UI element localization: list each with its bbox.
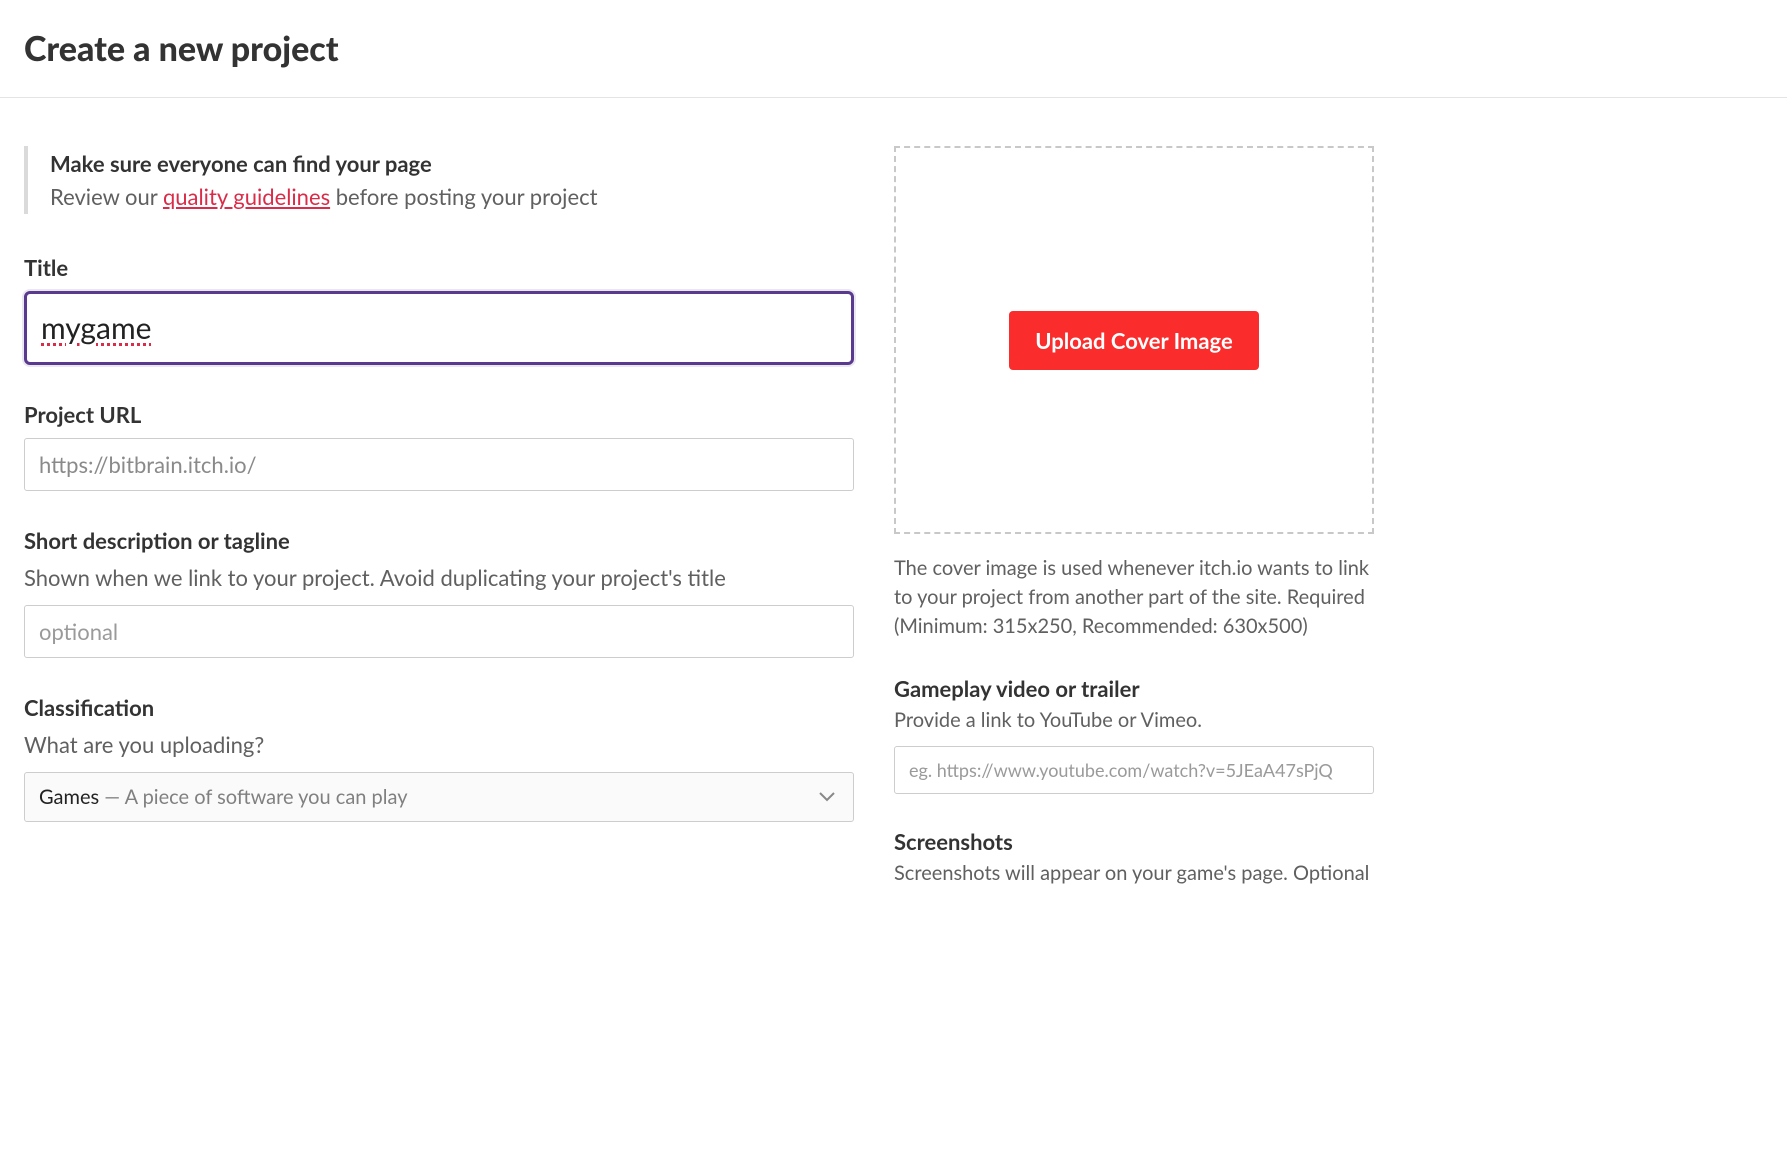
classification-selected-strong: Games	[39, 785, 99, 809]
title-label: Title	[24, 254, 854, 281]
project-url-input[interactable]	[24, 438, 854, 491]
video-url-input[interactable]	[894, 746, 1374, 794]
quality-notice: Make sure everyone can find your page Re…	[24, 146, 854, 214]
url-group: Project URL	[24, 401, 854, 491]
classification-selected-rest: — A piece of software you can play	[99, 785, 407, 809]
short-desc-label: Short description or tagline	[24, 527, 854, 554]
video-group: Gameplay video or trailer Provide a link…	[894, 675, 1374, 794]
screenshots-label: Screenshots	[894, 828, 1374, 855]
notice-suffix: before posting your project	[330, 183, 597, 210]
short-desc-sub: Shown when we link to your project. Avoi…	[24, 564, 854, 591]
url-label: Project URL	[24, 401, 854, 428]
title-input[interactable]	[24, 291, 854, 365]
quality-guidelines-link[interactable]: quality guidelines	[163, 183, 330, 210]
upload-cover-button[interactable]: Upload Cover Image	[1009, 311, 1258, 370]
screenshots-sub: Screenshots will appear on your game's p…	[894, 861, 1374, 885]
classification-group: Classification What are you uploading? G…	[24, 694, 854, 822]
page-title: Create a new project	[24, 28, 1763, 69]
notice-subtitle: Review our quality guidelines before pos…	[50, 183, 854, 210]
classification-label: Classification	[24, 694, 854, 721]
short-desc-input[interactable]	[24, 605, 854, 658]
classification-sub: What are you uploading?	[24, 731, 854, 758]
page-header: Create a new project	[0, 0, 1787, 98]
screenshots-group: Screenshots Screenshots will appear on y…	[894, 828, 1374, 885]
cover-hint: The cover image is used whenever itch.io…	[894, 554, 1374, 641]
side-column: Upload Cover Image The cover image is us…	[894, 146, 1374, 899]
notice-title: Make sure everyone can find your page	[50, 150, 854, 177]
video-label: Gameplay video or trailer	[894, 675, 1374, 702]
notice-prefix: Review our	[50, 183, 163, 210]
cover-upload-box[interactable]: Upload Cover Image	[894, 146, 1374, 534]
content: Make sure everyone can find your page Re…	[0, 98, 1787, 899]
chevron-down-icon	[819, 792, 835, 802]
main-column: Make sure everyone can find your page Re…	[24, 146, 854, 899]
title-group: Title	[24, 254, 854, 365]
classification-select[interactable]: Games — A piece of software you can play	[24, 772, 854, 822]
short-desc-group: Short description or tagline Shown when …	[24, 527, 854, 658]
video-sub: Provide a link to YouTube or Vimeo.	[894, 708, 1374, 732]
